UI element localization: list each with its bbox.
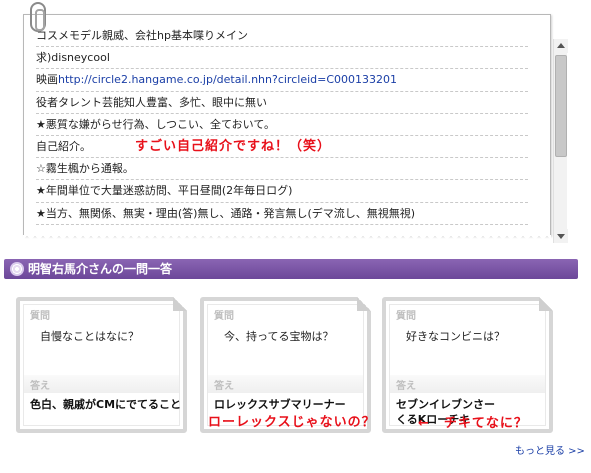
- page-fold-icon: [357, 297, 371, 311]
- qa-section-title: 明智右馬介さんの一問一答: [28, 262, 173, 276]
- answer-label: 答え: [214, 381, 234, 392]
- memo-line: ★当方、無関係、無実・理由(答)無し、通路・発言無し(デマ流し、無視無視): [36, 203, 528, 225]
- memo-line-text: ★年間単位で大量迷惑訪問、平日昼間(2年毎日ログ): [36, 184, 293, 198]
- question-label: 質問: [396, 311, 416, 322]
- profile-memo-box: コスメモデル親威、会社hp基本喋りメイン 求)disneycool 映画http…: [23, 14, 568, 243]
- answer-label: 答え: [30, 381, 50, 392]
- scrollbar-thumb[interactable]: [555, 55, 567, 157]
- memo-line-text: ★当方、無関係、無実・理由(答)無し、通路・発言無し(デマ流し、無視無視): [36, 206, 416, 220]
- memo-torn-edge: [23, 235, 551, 241]
- memo-lines: コスメモデル親威、会社hp基本喋りメイン 求)disneycool 映画http…: [36, 25, 528, 225]
- question-text: 今、持ってる宝物は？: [224, 330, 334, 343]
- memo-line: ☆霧生楓から通報。: [36, 158, 528, 181]
- memo-line-text: ★悪質な嫌がらせ行為、しつこい、全ておいて。: [36, 117, 275, 131]
- answer-text: ロレックスサブマリーナー: [214, 398, 346, 411]
- question-text: 好きなコンビニは？: [406, 330, 505, 343]
- answer-text: 色白、親戚がCMにでてること: [30, 398, 182, 411]
- memo-line: 役者タレント芸能知人豊富、多忙、眼中に無い: [36, 92, 528, 114]
- more-link[interactable]: もっと見る >>: [515, 442, 585, 457]
- rose-icon: [10, 262, 24, 276]
- memo-line: 映画http://circle2.hangame.co.jp/detail.nh…: [36, 69, 528, 92]
- memo-line-text: 映画: [36, 73, 58, 87]
- red-annotation-rolex: ローレックスじゃないの？: [208, 415, 376, 430]
- question-text: 自慢なことはなに？: [40, 330, 139, 343]
- scroll-up-arrow-icon[interactable]: [554, 39, 568, 53]
- memo-line: 自己紹介。 すごい自己紹介ですね！（笑）: [36, 136, 528, 159]
- page-fold-icon: [173, 297, 187, 311]
- circle-link[interactable]: http://circle2.hangame.co.jp/detail.nhn?…: [58, 73, 397, 86]
- question-label: 質問: [214, 311, 234, 322]
- memo-line-text: コスメモデル親威、会社hp基本喋りメイン: [36, 29, 248, 42]
- red-annotation-chicken: ← チキてなに？: [418, 416, 528, 431]
- question-label: 質問: [30, 311, 50, 322]
- paperclip-icon: [30, 2, 46, 32]
- memo-line-text: 役者タレント芸能知人豊富、多忙、眼中に無い: [36, 95, 267, 109]
- memo-line: コスメモデル親威、会社hp基本喋りメイン: [36, 25, 528, 48]
- scroll-down-arrow-icon[interactable]: [554, 229, 568, 243]
- memo-scrollbar[interactable]: [553, 39, 568, 243]
- memo-line-text: ☆霧生楓から通報。: [36, 162, 134, 176]
- memo-line-text: 自己紹介。: [36, 139, 91, 153]
- page-fold-icon: [539, 297, 553, 311]
- answer-label: 答え: [396, 381, 416, 392]
- memo-line: ★年間単位で大量迷惑訪問、平日昼間(2年毎日ログ): [36, 180, 528, 203]
- memo-line: 求)disneycool: [36, 47, 528, 70]
- qa-card: 質問 自慢なことはなに？ 答え 色白、親戚がCMにでてること: [16, 297, 187, 433]
- red-annotation: すごい自己紹介ですね！（笑）: [135, 138, 332, 154]
- memo-line: ★悪質な嫌がらせ行為、しつこい、全ておいて。: [36, 114, 528, 136]
- qa-section-header: 明智右馬介さんの一問一答: [4, 259, 578, 279]
- memo-line-text: 求)disneycool: [36, 51, 110, 65]
